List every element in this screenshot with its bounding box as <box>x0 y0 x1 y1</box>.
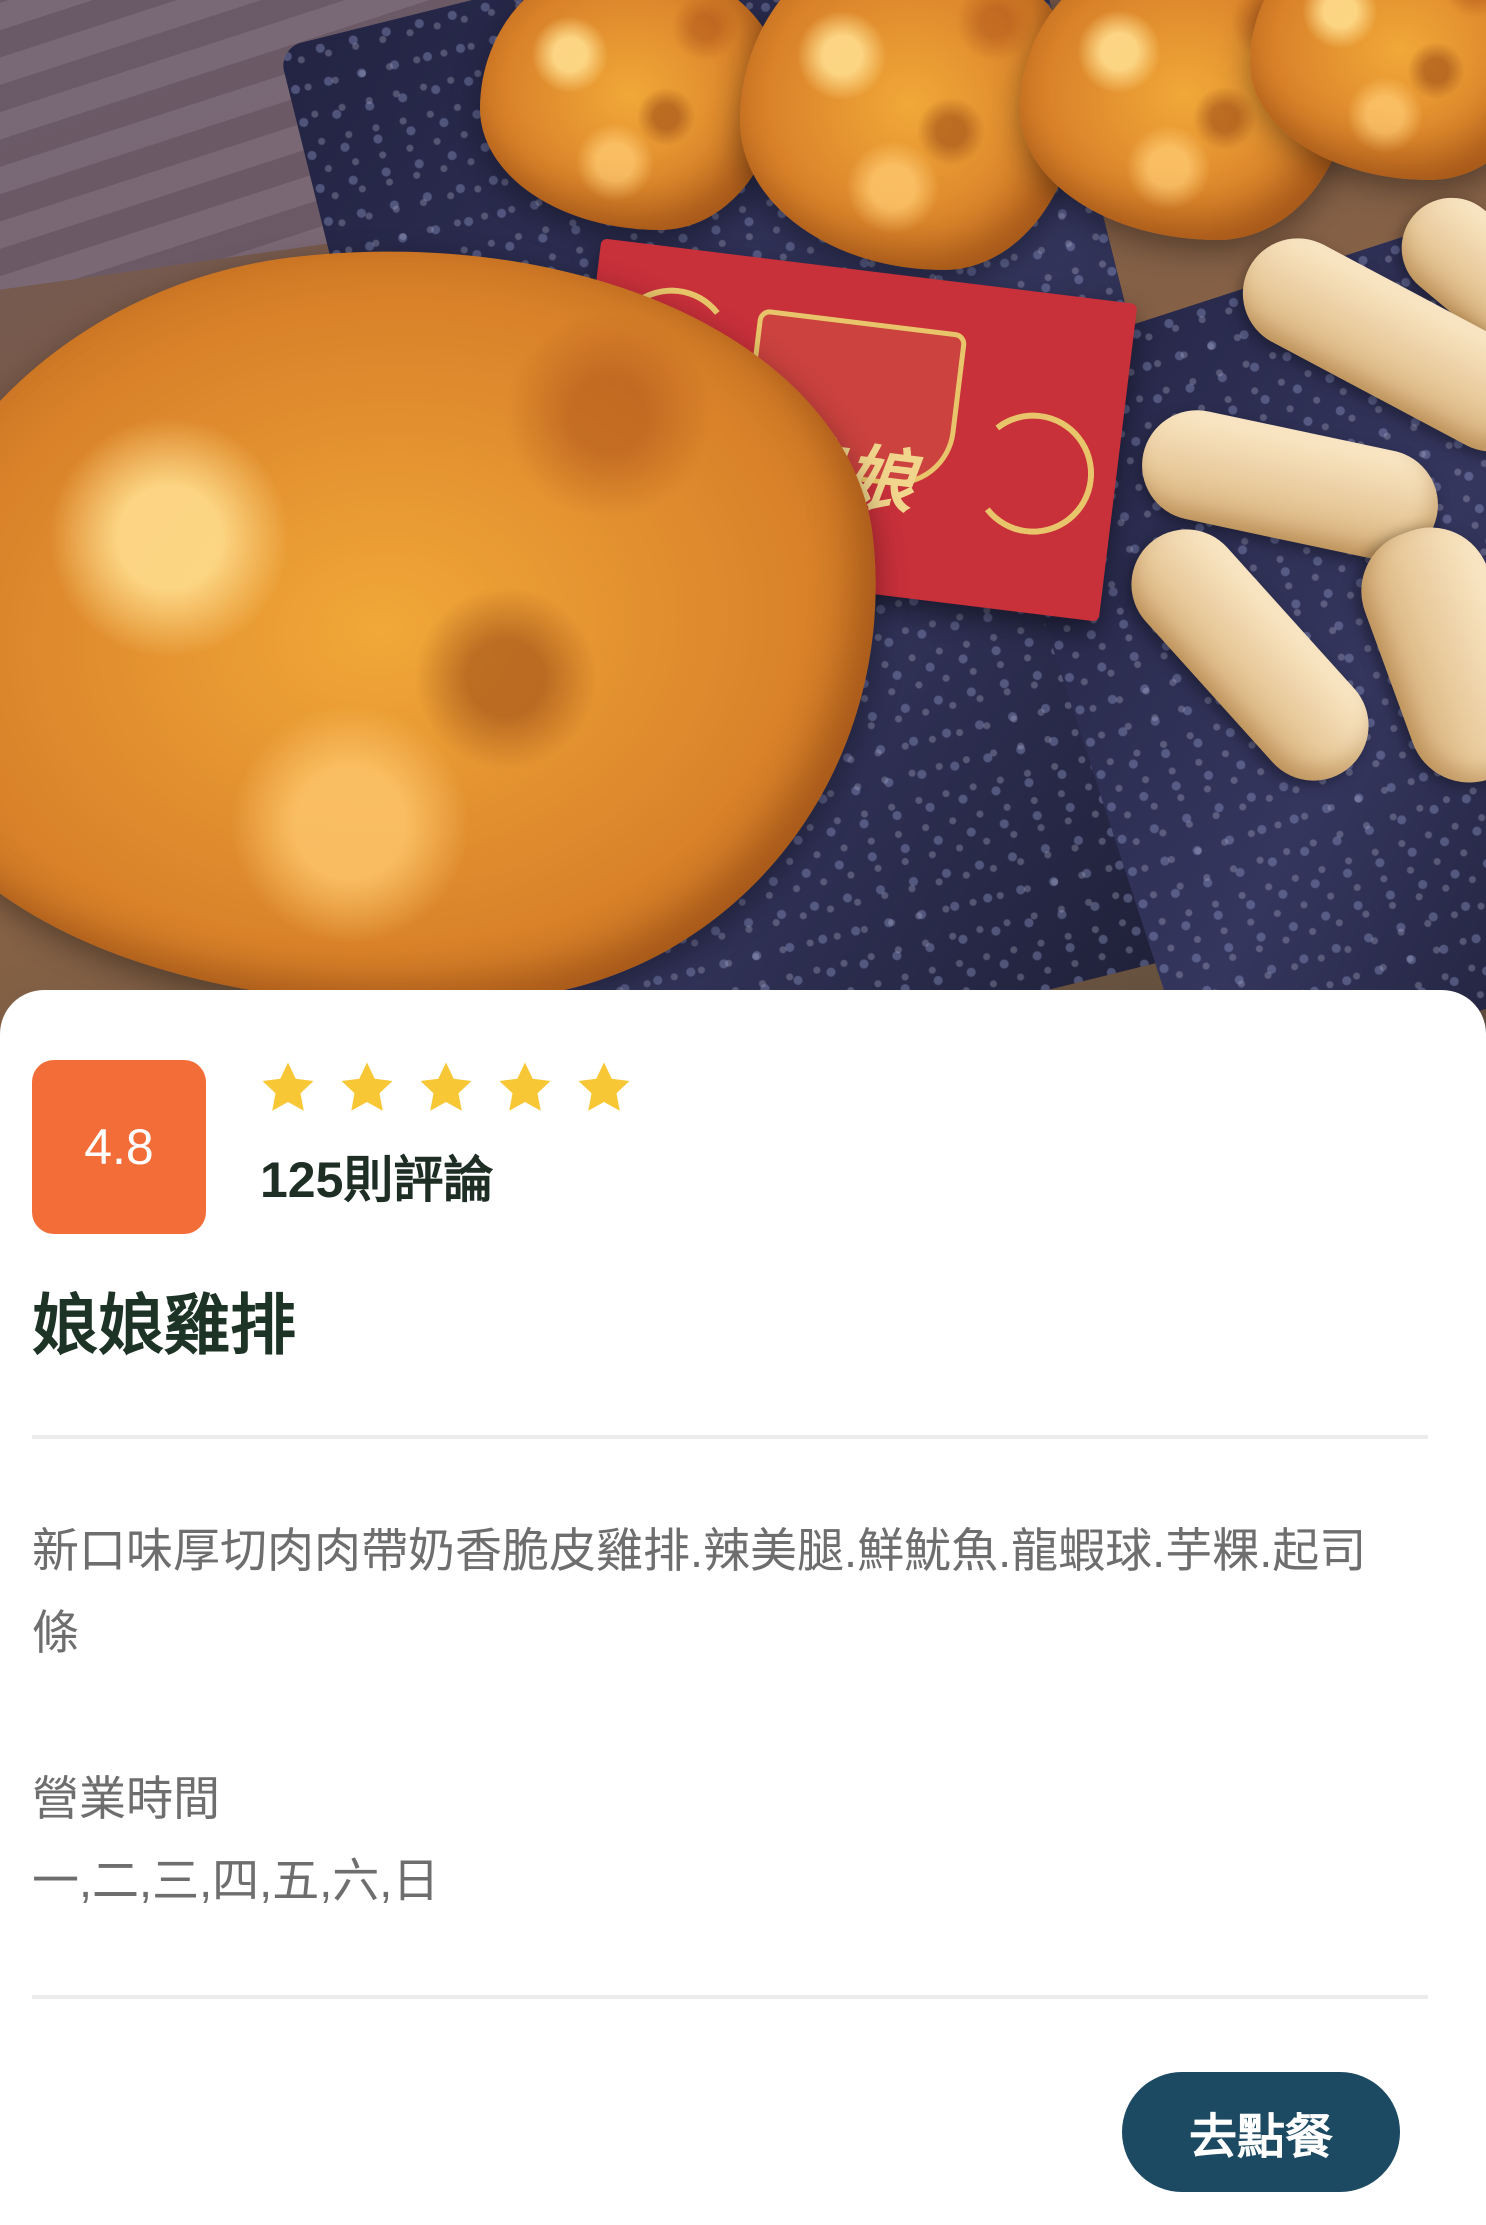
rating-badge: 4.8 <box>32 1060 206 1234</box>
store-info-sheet: 4.8 125則評論 娘娘雞排 新口味厚切肉肉帶奶香脆皮雞排.辣美腿.鮮魷魚.龍… <box>0 990 1486 2225</box>
divider <box>32 1435 1428 1439</box>
order-button[interactable]: 去點餐 <box>1122 2072 1400 2192</box>
star-rating <box>258 1058 634 1118</box>
store-name: 娘娘雞排 <box>32 1288 296 1362</box>
business-hours-label: 營業時間 <box>32 1772 220 1825</box>
star-icon <box>262 1062 314 1111</box>
star-icon <box>578 1062 630 1111</box>
divider <box>32 1995 1428 1999</box>
review-count[interactable]: 125則評論 <box>260 1140 493 1212</box>
store-detail-page: 娘娘 4.8 125則評論 娘娘雞排 新口味厚切肉肉帶奶香脆皮雞排.辣美腿.鮮魷… <box>0 0 1486 2225</box>
business-hours-days: 一,二,三,四,五,六,日 <box>32 1854 440 1907</box>
star-icon <box>499 1062 551 1111</box>
store-description: 新口味厚切肉肉帶奶香脆皮雞排.辣美腿.鮮魷魚.龍蝦球.芋粿.起司條 <box>32 1524 1367 1659</box>
star-icon <box>420 1062 472 1111</box>
store-hero-image: 娘娘 <box>0 0 1486 1040</box>
star-icon <box>341 1062 393 1111</box>
